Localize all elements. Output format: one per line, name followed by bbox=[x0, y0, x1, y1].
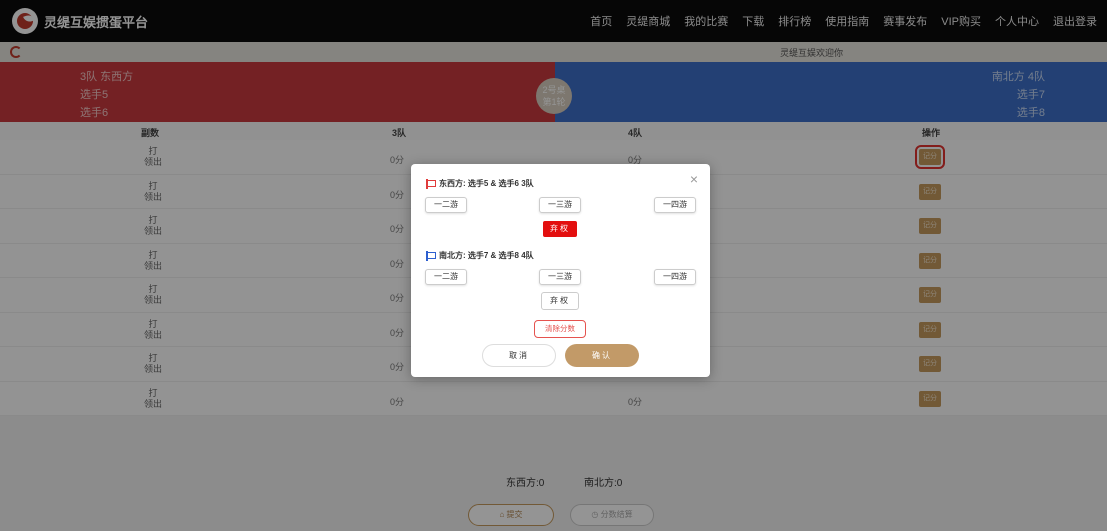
ns-option-first-fourth[interactable]: 一四游 bbox=[654, 269, 696, 285]
score-dialog: × 东西方: 选手5 & 选手6 3队 一二游 一三游 一四游 弃权 南北方: … bbox=[411, 164, 710, 377]
ns-title-text: 南北方: 选手7 & 选手8 4队 bbox=[439, 251, 534, 260]
ew-title-text: 东西方: 选手5 & 选手6 3队 bbox=[439, 179, 534, 188]
flag-icon bbox=[426, 178, 436, 189]
ns-forfeit-button[interactable]: 弃权 bbox=[541, 292, 579, 310]
ns-option-first-third[interactable]: 一三游 bbox=[539, 269, 581, 285]
clear-score-button[interactable]: 清除分数 bbox=[534, 320, 586, 338]
north-south-section-title: 南北方: 选手7 & 选手8 4队 bbox=[426, 250, 534, 261]
flag-icon bbox=[426, 250, 436, 261]
ew-option-first-third[interactable]: 一三游 bbox=[539, 197, 581, 213]
confirm-button[interactable]: 确认 bbox=[565, 344, 639, 367]
cancel-button[interactable]: 取消 bbox=[482, 344, 556, 367]
ew-option-first-fourth[interactable]: 一四游 bbox=[654, 197, 696, 213]
ew-forfeit-button[interactable]: 弃权 bbox=[543, 221, 577, 237]
ns-option-first-second[interactable]: 一二游 bbox=[425, 269, 467, 285]
east-west-section-title: 东西方: 选手5 & 选手6 3队 bbox=[426, 178, 534, 189]
close-icon[interactable]: × bbox=[690, 171, 698, 187]
ew-option-first-second[interactable]: 一二游 bbox=[425, 197, 467, 213]
